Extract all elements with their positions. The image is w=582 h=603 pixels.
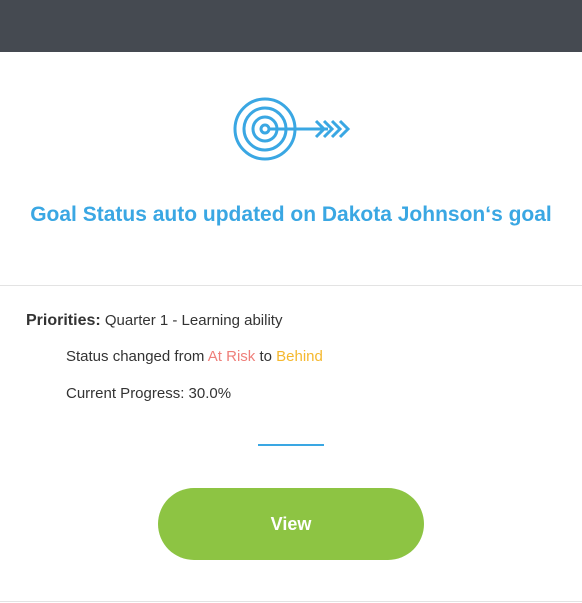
target-arrow-icon bbox=[233, 97, 351, 161]
status-to-badge: Behind bbox=[276, 348, 323, 365]
priorities-label: Priorities: bbox=[26, 312, 101, 329]
divider bbox=[0, 285, 582, 286]
status-prefix: Status changed from bbox=[66, 348, 205, 365]
accent-divider bbox=[258, 444, 324, 446]
priorities-value: Quarter 1 - Learning ability bbox=[104, 312, 283, 329]
notification-title: Goal Status auto updated on Dakota Johns… bbox=[30, 203, 552, 226]
priorities-row: Priorities: Quarter 1 - Learning ability bbox=[26, 312, 282, 330]
status-change-row: Status changed from At Risk to Behind bbox=[66, 348, 323, 365]
header-bar bbox=[0, 0, 582, 52]
bottom-divider bbox=[0, 601, 582, 602]
view-button[interactable]: View bbox=[158, 488, 424, 560]
notification-card: Goal Status auto updated on Dakota Johns… bbox=[0, 0, 582, 603]
status-from-badge: At Risk bbox=[207, 348, 256, 365]
status-joiner: to bbox=[259, 348, 272, 365]
current-progress: Current Progress: 30.0% bbox=[66, 385, 232, 402]
